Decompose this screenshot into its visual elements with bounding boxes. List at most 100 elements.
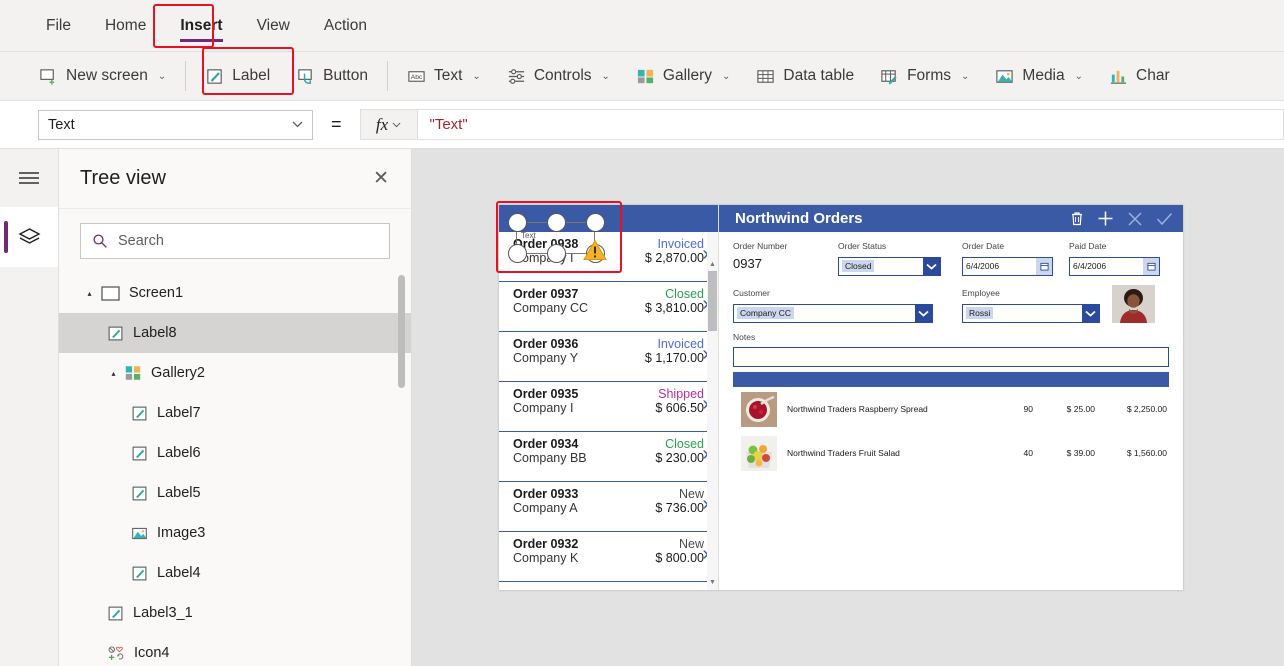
tree-node-label6[interactable]: Label6 bbox=[59, 433, 411, 473]
search-input[interactable]: Search bbox=[80, 223, 390, 259]
gallery-row[interactable]: Order 0937 Closed Company CC $ 3,810.00 … bbox=[499, 282, 718, 332]
menu-item-label: Action bbox=[323, 16, 367, 34]
line-item-row[interactable]: Northwind Traders Raspberry Spread 90 $ … bbox=[733, 387, 1169, 431]
tree-node-label4[interactable]: Label4 bbox=[59, 553, 411, 593]
expand-caret-icon[interactable]: ▴ bbox=[83, 289, 96, 298]
confirm-check-icon[interactable] bbox=[1156, 212, 1173, 226]
gallery-row[interactable]: Order 0938 Invoiced Company I $ 2,870.00… bbox=[499, 232, 718, 282]
field-paid-date: Paid Date 6/4/2006 bbox=[1069, 241, 1169, 276]
form-row-primary: Order Number 0937 Order Status Closed Or… bbox=[733, 241, 1169, 276]
gallery-top-band bbox=[499, 205, 718, 232]
ribbon-charts[interactable]: Char bbox=[1096, 57, 1183, 95]
ribbon-gallery[interactable]: Gallery ⌄ bbox=[623, 57, 744, 95]
order-status: Shipped bbox=[658, 387, 704, 401]
menu-item-action[interactable]: Action bbox=[310, 11, 381, 41]
customer-dropdown[interactable]: Company CC bbox=[733, 303, 933, 323]
button-icon bbox=[298, 68, 312, 84]
fruit-salad-image bbox=[741, 435, 777, 471]
gallery-row[interactable]: Order 0936 Invoiced Company Y $ 1,170.00… bbox=[499, 332, 718, 382]
calendar-icon[interactable] bbox=[1036, 257, 1052, 275]
ribbon-label[interactable]: Label bbox=[192, 57, 283, 95]
menu-item-insert[interactable]: Insert bbox=[166, 11, 236, 42]
order-number: Order 0934 bbox=[513, 437, 579, 451]
ribbon-text[interactable]: Abc Text ⌄ bbox=[394, 57, 494, 95]
dropdown-chevron-down-icon[interactable] bbox=[923, 257, 940, 275]
employee-dropdown[interactable]: Rossi bbox=[962, 303, 1100, 323]
tree-node-image3[interactable]: Image3 bbox=[59, 513, 411, 553]
ribbon-button[interactable]: Button bbox=[283, 57, 381, 95]
detail-action-buttons bbox=[1070, 210, 1173, 227]
ribbon-label-text: Label bbox=[232, 67, 271, 84]
dropdown-value: Rossi bbox=[966, 307, 994, 319]
app-canvas: Order 0938 Invoiced Company I $ 2,870.00… bbox=[412, 149, 1284, 666]
ribbon-label-text: Gallery bbox=[662, 67, 713, 84]
menu-item-label: Home bbox=[104, 16, 147, 34]
tree-scrollbar-track[interactable] bbox=[398, 273, 408, 455]
field-notes: Notes bbox=[733, 332, 1169, 367]
notes-input[interactable] bbox=[733, 347, 1169, 367]
tree-node-gallery2[interactable]: ▴ Gallery2 bbox=[59, 353, 411, 393]
tree-node-label: Gallery2 bbox=[151, 365, 205, 381]
menu-item-home[interactable]: Home bbox=[91, 11, 160, 41]
ribbon-label-text: Data table bbox=[783, 67, 855, 84]
tree-node-screen1[interactable]: ▴ Screen1 bbox=[59, 273, 411, 313]
product-quantity: 40 bbox=[1023, 448, 1033, 458]
gallery-row[interactable]: Order 0934 Closed Company BB $ 230.00 › bbox=[499, 432, 718, 482]
tree-scrollbar-thumb[interactable] bbox=[398, 275, 405, 388]
scroll-up-arrow-icon[interactable]: ▲ bbox=[708, 260, 717, 270]
tree-node-label: Label4 bbox=[157, 565, 201, 581]
tree-node-icon4[interactable]: Icon4 bbox=[59, 633, 411, 666]
order-date-input[interactable]: 6/4/2006 bbox=[962, 256, 1053, 276]
dropdown-chevron-down-icon[interactable] bbox=[915, 304, 932, 322]
tree-view-panel: Tree view ✕ Search ▴ Screen1 Label8 ▴ Ga… bbox=[59, 149, 412, 666]
ribbon-forms[interactable]: Forms ⌄ bbox=[867, 57, 982, 95]
tree-node-label5[interactable]: Label5 bbox=[59, 473, 411, 513]
tree-node-label3-1[interactable]: Label3_1 bbox=[59, 593, 411, 633]
menu-item-view[interactable]: View bbox=[243, 11, 304, 41]
fx-button[interactable]: fx bbox=[359, 109, 418, 140]
calendar-icon[interactable] bbox=[1143, 257, 1159, 275]
hamburger-icon bbox=[19, 172, 39, 184]
paid-date-input[interactable]: 6/4/2006 bbox=[1069, 256, 1160, 276]
menu-item-label: File bbox=[46, 16, 71, 34]
ribbon-data-table[interactable]: Data table bbox=[743, 57, 867, 95]
ribbon-divider bbox=[185, 61, 187, 91]
ribbon-label-text: Button bbox=[323, 67, 368, 84]
formula-input[interactable]: "Text" bbox=[417, 109, 1284, 140]
trash-icon[interactable] bbox=[1070, 211, 1084, 226]
order-amount: $ 736.00 bbox=[655, 501, 704, 515]
gallery-row[interactable]: Order 0933 New Company A $ 736.00 › bbox=[499, 482, 718, 532]
layers-icon bbox=[17, 228, 41, 244]
left-rail bbox=[0, 149, 59, 666]
plus-icon[interactable] bbox=[1097, 210, 1114, 227]
dropdown-chevron-down-icon[interactable] bbox=[1082, 304, 1099, 322]
cancel-x-icon[interactable] bbox=[1127, 211, 1143, 227]
tree-node-label8[interactable]: Label8 bbox=[59, 313, 411, 353]
gallery-row[interactable]: Order 0935 Shipped Company I $ 606.50 › bbox=[499, 382, 718, 432]
tree-node-label7[interactable]: Label7 bbox=[59, 393, 411, 433]
company-name: Company I bbox=[513, 251, 574, 265]
insert-ribbon: New screen ⌄ Label Button Abc Text ⌄ Con… bbox=[0, 52, 1284, 101]
close-icon[interactable]: ✕ bbox=[373, 169, 389, 188]
expand-caret-icon[interactable]: ▴ bbox=[107, 369, 120, 378]
order-status-dropdown[interactable]: Closed bbox=[838, 256, 941, 276]
tree-view-rail-button[interactable] bbox=[0, 207, 58, 267]
ribbon-controls[interactable]: Controls ⌄ bbox=[494, 57, 623, 95]
order-number: Order 0932 bbox=[513, 537, 579, 551]
search-container: Search bbox=[59, 209, 411, 273]
gallery-scrollbar-track[interactable]: ▲ ▼ bbox=[707, 232, 718, 590]
gallery-scrollbar-thumb[interactable] bbox=[708, 271, 717, 331]
hamburger-menu-button[interactable] bbox=[0, 149, 58, 207]
ribbon-media[interactable]: Media ⌄ bbox=[982, 57, 1096, 95]
order-amount: $ 800.00 bbox=[655, 551, 704, 565]
property-dropdown[interactable]: Text bbox=[38, 109, 313, 140]
label-icon bbox=[132, 486, 147, 500]
product-thumbnail bbox=[741, 391, 777, 427]
label-icon bbox=[132, 406, 147, 420]
ribbon-new-screen[interactable]: New screen ⌄ bbox=[26, 57, 179, 95]
employee-avatar bbox=[1112, 284, 1155, 323]
menu-item-file[interactable]: File bbox=[32, 11, 85, 41]
scroll-down-arrow-icon[interactable]: ▼ bbox=[708, 578, 717, 588]
line-item-row[interactable]: Northwind Traders Fruit Salad 40 $ 39.00… bbox=[733, 431, 1169, 475]
gallery-row[interactable]: Order 0932 New Company K $ 800.00 › bbox=[499, 532, 718, 582]
